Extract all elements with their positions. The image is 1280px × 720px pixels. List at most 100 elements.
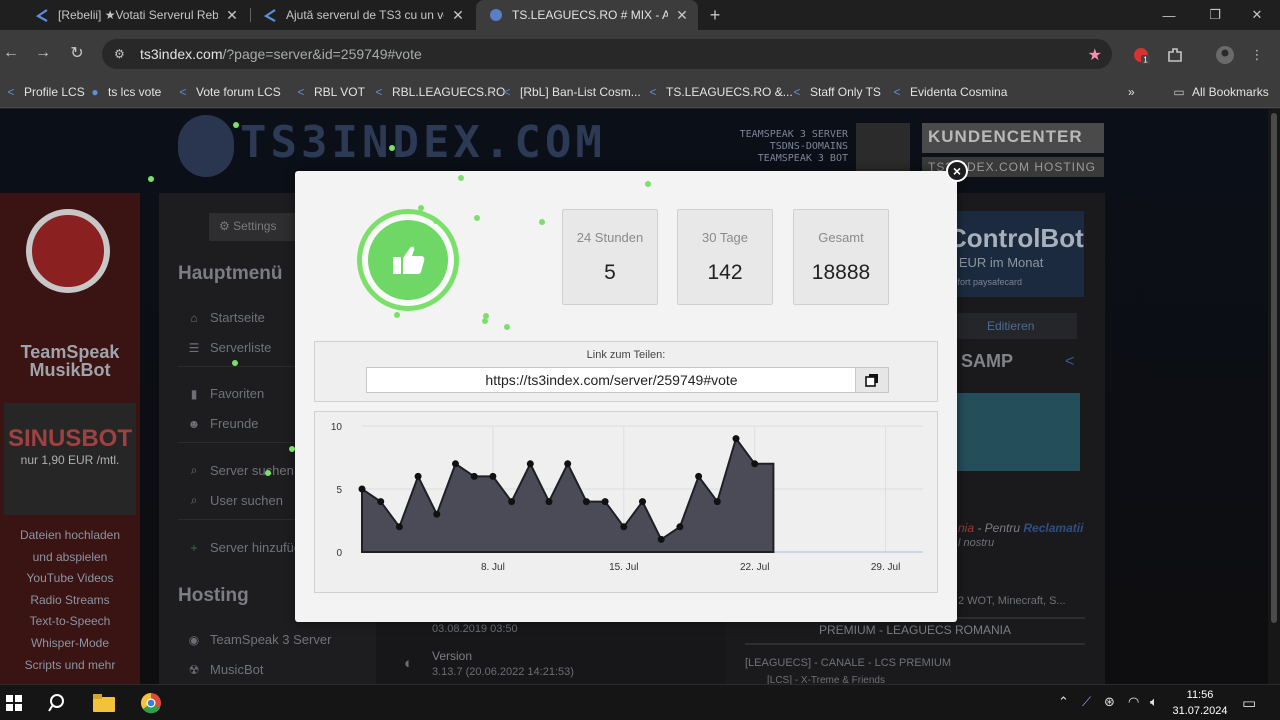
sidebar-item-server-suchen[interactable]: ⌕ Server suchen <box>187 463 294 478</box>
desc-part: - Pentru <box>974 521 1024 535</box>
sidebar-item-ts3-server[interactable]: ◉ TeamSpeak 3 Server <box>187 632 332 647</box>
confetti-particle <box>539 219 545 225</box>
bookmarks-overflow-icon[interactable]: » <box>1128 82 1135 102</box>
tray-app-icon[interactable]: ⟋ <box>1082 694 1091 710</box>
modal-close-button[interactable]: × <box>946 160 968 182</box>
share-url-field[interactable]: https://ts3index.com/server/259749#vote <box>366 367 856 393</box>
close-tab-icon[interactable]: ✕ <box>674 7 690 24</box>
controlbot-ad[interactable]: ControlBot 0 EUR im Monat sofort paysafe… <box>942 211 1084 297</box>
scrollbar-thumb[interactable] <box>1271 113 1277 623</box>
confetti-particle <box>148 176 154 182</box>
minimize-icon[interactable]: — <box>1146 0 1192 30</box>
new-tab-icon[interactable]: + <box>705 0 725 30</box>
kebab-menu-icon[interactable]: ⋮ <box>1246 44 1268 66</box>
kunden-line: TEAMSPEAK 3 BOT <box>757 153 848 164</box>
data-point <box>470 472 478 480</box>
home-icon: ⌂ <box>190 310 198 325</box>
settings-button[interactable]: ⚙ Settings <box>209 213 301 241</box>
ts-favicon-icon <box>262 7 278 23</box>
restore-icon[interactable]: ❐ <box>1192 0 1238 30</box>
data-point <box>639 498 646 506</box>
bookmark-item[interactable]: < RBL VOT <box>294 82 365 102</box>
browser-tab-3-active[interactable]: TS.LEAGUECS.RO # MIX - AREA ✕ <box>476 0 698 30</box>
sidebar-item-label: Favoriten <box>210 386 265 401</box>
vote-button[interactable] <box>357 209 459 311</box>
version-label: Version <box>432 649 473 663</box>
wifi-icon[interactable]: ◠ <box>1128 694 1139 710</box>
divider <box>745 643 1085 645</box>
channel-row[interactable]: [LEAGUECS] - CANALE - LCS PREMIUM <box>745 657 951 669</box>
bookmark-item[interactable]: < RBL.LEAGUECS.RO <box>372 82 505 102</box>
site-logo[interactable]: TS3INDEX.COM <box>240 117 606 168</box>
user-icon: ☻ <box>187 416 201 431</box>
window-close-icon[interactable]: ✕ <box>1234 0 1280 30</box>
sidebar-item-user-suchen[interactable]: ⌕ User suchen <box>187 493 283 508</box>
confetti-particle <box>504 324 510 330</box>
close-tab-icon[interactable]: ✕ <box>224 7 240 24</box>
profile-avatar-icon[interactable] <box>1214 44 1236 66</box>
search-icon[interactable] <box>44 689 72 717</box>
search-icon: ⌕ <box>190 493 198 507</box>
forward-icon[interactable]: → <box>32 42 54 64</box>
kunden-services: TEAMSPEAK 3 SERVER TSDNS-DOMAINS TEAMSPEAK… <box>736 129 848 165</box>
tray-overflow-icon[interactable]: ⌃ <box>1058 694 1069 710</box>
bookmark-item[interactable]: < TS.LEAGUECS.RO &... <box>646 82 792 102</box>
y-tick-label: 10 <box>331 422 343 433</box>
sidebar-item-serverliste[interactable]: ☰ Serverliste <box>187 340 272 355</box>
windows-start-icon[interactable] <box>0 689 28 717</box>
address-bar[interactable]: ⚙ ts3index.com/?page=server&id=259749#vo… <box>102 39 1112 69</box>
confetti-particle <box>433 218 439 224</box>
data-point <box>395 523 403 531</box>
bookmark-item[interactable]: < Vote forum LCS <box>176 82 280 102</box>
musikbot-ad[interactable]: TeamSpeak MusikBot SINUSBOT nur 1,90 EUR… <box>0 193 140 684</box>
bookmark-star-icon[interactable]: ★ <box>1088 45 1102 65</box>
notifications-icon[interactable]: ▭ <box>1242 694 1256 712</box>
bookmark-label: RBL VOT <box>314 85 365 99</box>
copy-button[interactable] <box>855 367 889 393</box>
stat-label: Gesamt <box>818 230 864 245</box>
data-point <box>377 498 385 506</box>
sidebar-item-freunde[interactable]: ☻ Freunde <box>187 416 259 431</box>
close-tab-icon[interactable]: ✕ <box>450 7 466 24</box>
data-point <box>732 435 740 443</box>
data-point <box>751 460 759 468</box>
teamspeak-icon: ◉ <box>188 632 200 647</box>
premium-channel: PREMIUM - LEAGUECS ROMANIA <box>818 623 1012 637</box>
steam-icon[interactable]: ⊛ <box>1104 694 1115 710</box>
all-bookmarks[interactable]: ▭ All Bookmarks <box>1172 82 1268 102</box>
chrome-icon[interactable] <box>137 689 165 717</box>
confetti-particle <box>482 318 488 324</box>
channel-row[interactable]: [LCS] - X-Treme & Friends <box>767 675 885 684</box>
sidebar-item-favoriten[interactable]: ▮ Favoriten <box>187 386 265 401</box>
browser-tab-1[interactable]: [Rebelii] ★Votati Serverul Rebel ✕ <box>22 0 248 30</box>
confetti-particle <box>265 470 271 476</box>
stat-value: 142 <box>707 261 743 284</box>
ad-brand: TeamSpeak MusikBot <box>20 342 120 380</box>
confetti-particle <box>389 145 395 151</box>
sidebar-item-startseite[interactable]: ⌂ Startseite <box>187 310 265 325</box>
sidebar-item-label: MusicBot <box>210 662 264 677</box>
x-tick-label: 15. Jul <box>609 562 638 573</box>
ad-price: nur 1,90 EUR /mtl. <box>20 453 120 467</box>
extension-icon[interactable]: 1 <box>1130 44 1152 66</box>
site-settings-icon[interactable]: ⚙ <box>114 47 132 61</box>
puzzle-icon[interactable] <box>1164 44 1186 66</box>
page-scrollbar[interactable] <box>1268 109 1280 684</box>
bookmark-item[interactable]: < Evidenta Cosmina <box>890 82 1007 102</box>
sidebar-item-musicbot[interactable]: ☢ MusicBot <box>187 662 264 677</box>
back-icon[interactable]: ← <box>0 42 22 64</box>
system-clock[interactable]: 11:56 31.07.2024 <box>1170 687 1230 719</box>
volume-icon[interactable]: 🔈︎ <box>1150 694 1158 710</box>
stat-value: 5 <box>604 261 616 284</box>
file-explorer-icon[interactable] <box>90 689 118 717</box>
browser-tab-2[interactable]: Ajută serverul de TS3 cu un vot ✕ <box>250 0 474 30</box>
tab-title: TS.LEAGUECS.RO # MIX - AREA <box>512 8 668 22</box>
confetti-particle <box>233 122 239 128</box>
bookmark-item[interactable]: < [RbL] Ban-List Cosm... <box>500 82 640 102</box>
bookmark-item[interactable]: < Profile LCS <box>4 82 84 102</box>
bookmark-item[interactable]: < Staff Only TS <box>790 82 880 102</box>
banner-price: 0 EUR im Monat <box>948 255 1044 270</box>
reload-icon[interactable]: ↻ <box>66 42 88 64</box>
bookmark-item[interactable]: ● ts lcs vote <box>88 82 161 102</box>
tab-editieren[interactable]: Editieren <box>957 313 1077 339</box>
